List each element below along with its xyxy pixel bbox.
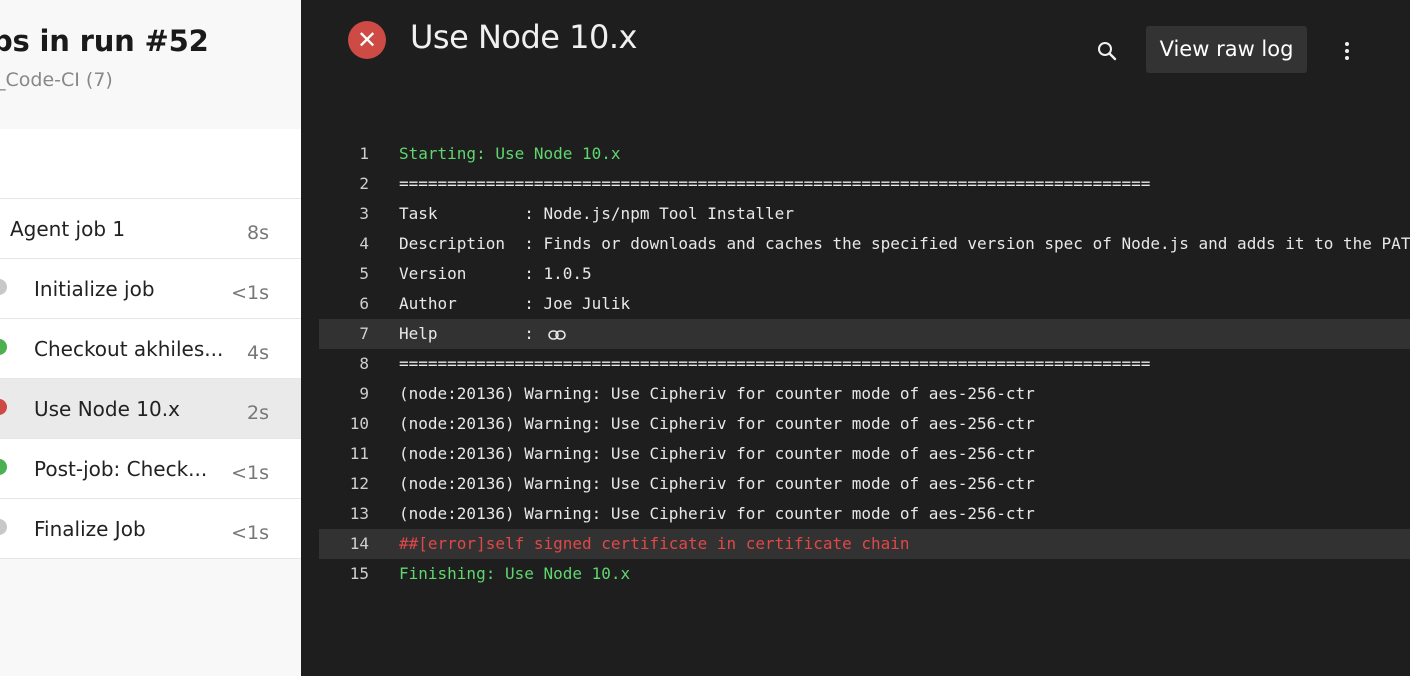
log-line: 5 Version : 1.0.5 xyxy=(319,259,1410,289)
jobs-panel: bs in run #52 _Code-CI (7) Agent job 1 8s… xyxy=(0,0,301,676)
log-text: Author : Joe Julik xyxy=(399,289,630,319)
job-duration: <1s xyxy=(231,522,269,544)
pipeline-name: _Code-CI (7) xyxy=(0,69,113,91)
log-text: Finishing: Use Node 10.x xyxy=(399,559,630,589)
log-output: 1 Starting: Use Node 10.x 2 ===============… xyxy=(319,139,1410,589)
log-text-content: (node:20136) Warning: Use Cipheriv for c… xyxy=(399,474,1035,493)
log-text-content: (node:20136) Warning: Use Cipheriv for c… xyxy=(399,414,1035,433)
log-text-content: Description : Finds or downloads and cac… xyxy=(399,234,1410,253)
job-label: Agent job 1 xyxy=(10,217,126,241)
line-number: 7 xyxy=(359,324,369,343)
log-text-content: ##[error]self signed certificate in cert… xyxy=(399,534,910,553)
log-text: ========================================… xyxy=(399,349,1150,379)
log-line: 13 (node:20136) Warning: Use Cipheriv for… xyxy=(319,499,1410,529)
run-title: bs in run #52 xyxy=(0,24,209,58)
log-line: 8 =======================================… xyxy=(319,349,1410,379)
log-text-content: Version : 1.0.5 xyxy=(399,264,592,283)
log-line: 10 (node:20136) Warning: Use Cipheriv for… xyxy=(319,409,1410,439)
log-line: 6 Author : Joe Julik xyxy=(319,289,1410,319)
log-panel: ✕ Use Node 10.x View raw log 1 Starting: … xyxy=(301,0,1410,676)
log-text: (node:20136) Warning: Use Cipheriv for c… xyxy=(399,409,1035,439)
log-line: 3 Task : Node.js/npm Tool Installer xyxy=(319,199,1410,229)
log-text-content: (node:20136) Warning: Use Cipheriv for c… xyxy=(399,384,1035,403)
job-step-row[interactable]: Initialize job <1s xyxy=(0,259,301,319)
log-text-content: Task : Node.js/npm Tool Installer xyxy=(399,204,794,223)
step-status-success-icon xyxy=(0,339,7,355)
line-number: 14 xyxy=(349,534,369,553)
job-label: Post-job: Check... xyxy=(34,457,208,481)
log-text-content: (node:20136) Warning: Use Cipheriv for c… xyxy=(399,504,1035,523)
log-line: 1 Starting: Use Node 10.x xyxy=(319,139,1410,169)
view-raw-log-button[interactable]: View raw log xyxy=(1146,26,1307,73)
job-duration: 4s xyxy=(247,342,269,364)
line-number: 2 xyxy=(359,174,369,193)
log-text: ##[error]self signed certificate in cert… xyxy=(399,529,910,559)
log-text: ========================================… xyxy=(399,169,1150,199)
job-step-row[interactable]: Use Node 10.x 2s xyxy=(0,379,301,439)
line-number: 10 xyxy=(349,414,369,433)
log-text: Description : Finds or downloads and cac… xyxy=(399,229,1410,259)
job-step-row[interactable]: Checkout akhiles... 4s xyxy=(0,319,301,379)
log-text: (node:20136) Warning: Use Cipheriv for c… xyxy=(399,499,1035,529)
job-duration: <1s xyxy=(231,282,269,304)
log-line: 7 Help : xyxy=(319,319,1410,349)
log-text-content: Starting: Use Node 10.x xyxy=(399,144,621,163)
step-status-skipped-icon xyxy=(0,279,7,295)
log-line: 2 =======================================… xyxy=(319,169,1410,199)
job-step-row[interactable]: Finalize Job <1s xyxy=(0,499,301,559)
line-number: 3 xyxy=(359,204,369,223)
step-status-success-icon xyxy=(0,459,7,475)
log-line: 12 (node:20136) Warning: Use Cipheriv for… xyxy=(319,469,1410,499)
more-options-icon[interactable] xyxy=(1337,39,1357,63)
line-number: 11 xyxy=(349,444,369,463)
job-label: Use Node 10.x xyxy=(34,397,180,421)
job-label: Initialize job xyxy=(34,277,155,301)
search-icon[interactable] xyxy=(1096,40,1118,62)
jobs-panel-header: bs in run #52 _Code-CI (7) xyxy=(0,0,301,129)
log-text-content: Author : Joe Julik xyxy=(399,294,631,313)
line-number: 13 xyxy=(349,504,369,523)
log-text: Help : xyxy=(399,319,566,349)
jobs-panel-spacer xyxy=(0,129,301,199)
job-duration: <1s xyxy=(231,462,269,484)
log-line: 14 ##[error]self signed certificate in ce… xyxy=(319,529,1410,559)
log-text-content: Help : xyxy=(399,324,534,343)
error-x-icon: ✕ xyxy=(348,21,386,59)
job-step-row[interactable]: Post-job: Check... <1s xyxy=(0,439,301,499)
job-list: Agent job 1 8s Initialize job <1s Checkout a… xyxy=(0,199,301,559)
line-number: 4 xyxy=(359,234,369,253)
line-number: 12 xyxy=(349,474,369,493)
log-text-content: ========================================… xyxy=(399,354,1151,373)
log-line: 4 Description : Finds or downloads and ca… xyxy=(319,229,1410,259)
log-text-content: ========================================… xyxy=(399,174,1151,193)
log-line: 11 (node:20136) Warning: Use Cipheriv for… xyxy=(319,439,1410,469)
log-text: Starting: Use Node 10.x xyxy=(399,139,621,169)
log-text: (node:20136) Warning: Use Cipheriv for c… xyxy=(399,469,1035,499)
line-number: 8 xyxy=(359,354,369,373)
agent-job-row[interactable]: Agent job 1 8s xyxy=(0,199,301,259)
log-line: 15 Finishing: Use Node 10.x xyxy=(319,559,1410,589)
step-status-skipped-icon xyxy=(0,519,7,535)
line-number: 1 xyxy=(359,144,369,163)
line-number: 5 xyxy=(359,264,369,283)
link-icon[interactable] xyxy=(548,329,566,341)
log-text-content: (node:20136) Warning: Use Cipheriv for c… xyxy=(399,444,1035,463)
log-text: Task : Node.js/npm Tool Installer xyxy=(399,199,794,229)
log-text: (node:20136) Warning: Use Cipheriv for c… xyxy=(399,439,1035,469)
job-duration: 8s xyxy=(247,222,269,244)
log-text: (node:20136) Warning: Use Cipheriv for c… xyxy=(399,379,1035,409)
log-text-content: Finishing: Use Node 10.x xyxy=(399,564,631,583)
log-line: 9 (node:20136) Warning: Use Cipheriv for … xyxy=(319,379,1410,409)
log-title: Use Node 10.x xyxy=(410,18,637,56)
line-number: 15 xyxy=(349,564,369,583)
job-duration: 2s xyxy=(247,402,269,424)
job-label: Checkout akhiles... xyxy=(34,337,224,361)
line-number: 9 xyxy=(359,384,369,403)
step-status-failed-icon xyxy=(0,399,7,415)
log-text: Version : 1.0.5 xyxy=(399,259,592,289)
job-label: Finalize Job xyxy=(34,517,146,541)
line-number: 6 xyxy=(359,294,369,313)
